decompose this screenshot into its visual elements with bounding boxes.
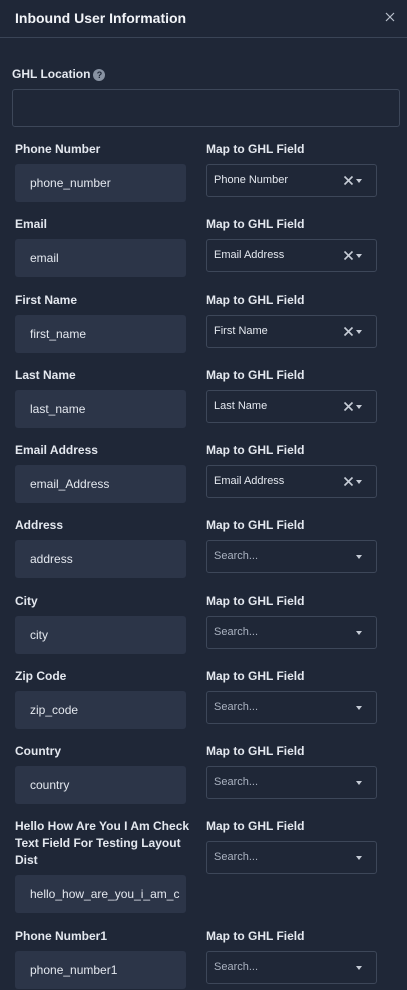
field-label: First Name <box>15 293 78 307</box>
help-icon[interactable]: ? <box>93 69 106 81</box>
field-value-input[interactable]: address <box>15 540 186 578</box>
chevron-down-icon[interactable] <box>356 254 362 258</box>
chevron-down-icon[interactable] <box>356 330 362 334</box>
chevron-down-icon[interactable] <box>356 480 362 484</box>
field-label: Hello How Are You I Am Check Text Field … <box>15 819 190 867</box>
field-value-input[interactable]: city <box>15 616 186 654</box>
ghl-location-label-text: GHL Location <box>12 66 91 81</box>
map-to-ghl-label: Map to GHL Field <box>206 819 305 833</box>
panel-title: Inbound User Information <box>15 10 187 26</box>
ghl-field-select[interactable]: Phone Number <box>206 164 377 197</box>
field-label: Phone Number1 <box>15 929 108 943</box>
ghl-field-select[interactable]: Search... <box>206 766 377 799</box>
select-placeholder: Search... <box>214 701 259 713</box>
chevron-down-icon[interactable] <box>356 555 362 559</box>
ghl-field-select[interactable]: Email Address <box>206 465 377 498</box>
map-to-ghl-label: Map to GHL Field <box>206 518 305 532</box>
ghl-location-label: GHL Location ? <box>12 66 106 81</box>
clear-icon[interactable] <box>343 326 354 337</box>
chevron-down-icon[interactable] <box>356 781 362 785</box>
selected-ghl-field: Email Address <box>214 475 285 487</box>
ghl-field-select[interactable]: Email Address <box>206 239 377 272</box>
chevron-down-icon[interactable] <box>356 631 362 635</box>
chevron-down-icon[interactable] <box>356 856 362 860</box>
field-value-input[interactable]: country <box>15 766 186 804</box>
field-value-input[interactable]: zip_code <box>15 691 186 729</box>
field-label: City <box>15 594 38 608</box>
ghl-field-select[interactable]: Search... <box>206 616 377 649</box>
select-placeholder: Search... <box>214 626 259 638</box>
map-to-ghl-label: Map to GHL Field <box>206 142 305 156</box>
ghl-field-select[interactable]: Search... <box>206 691 377 724</box>
clear-icon[interactable] <box>343 476 354 487</box>
map-to-ghl-label: Map to GHL Field <box>206 669 305 683</box>
field-label: Phone Number <box>15 142 101 156</box>
field-value-input[interactable]: phone_number <box>15 164 186 202</box>
clear-icon[interactable] <box>343 175 354 186</box>
selected-ghl-field: First Name <box>214 325 268 337</box>
ghl-field-select[interactable]: First Name <box>206 315 377 348</box>
chevron-down-icon[interactable] <box>356 405 362 409</box>
map-to-ghl-label: Map to GHL Field <box>206 217 305 231</box>
panel-header: Inbound User Information <box>0 0 407 38</box>
selected-ghl-field: Email Address <box>214 249 285 261</box>
close-icon[interactable] <box>382 9 398 25</box>
map-to-ghl-label: Map to GHL Field <box>206 594 305 608</box>
inbound-user-panel: Inbound User Information GHL Location ? … <box>0 0 407 990</box>
clear-icon[interactable] <box>343 250 354 261</box>
select-placeholder: Search... <box>214 961 259 973</box>
select-placeholder: Search... <box>214 550 259 562</box>
field-label: Email Address <box>15 443 98 457</box>
chevron-down-icon[interactable] <box>356 706 362 710</box>
field-label: Address <box>15 518 64 532</box>
clear-icon[interactable] <box>343 401 354 412</box>
field-value-input[interactable]: email_Address <box>15 465 186 503</box>
map-to-ghl-label: Map to GHL Field <box>206 368 305 382</box>
ghl-field-select[interactable]: Search... <box>206 841 377 874</box>
field-value-input[interactable]: email <box>15 239 186 277</box>
map-to-ghl-label: Map to GHL Field <box>206 443 305 457</box>
selected-ghl-field: Phone Number <box>214 174 288 186</box>
ghl-field-select[interactable]: Last Name <box>206 390 377 423</box>
select-placeholder: Search... <box>214 776 259 788</box>
selected-ghl-field: Last Name <box>214 400 268 412</box>
map-to-ghl-label: Map to GHL Field <box>206 929 305 943</box>
field-label: Zip Code <box>15 669 67 683</box>
field-label: Last Name <box>15 368 76 382</box>
map-to-ghl-label: Map to GHL Field <box>206 293 305 307</box>
field-value-input[interactable]: first_name <box>15 315 186 353</box>
ghl-location-input[interactable] <box>12 89 400 127</box>
chevron-down-icon[interactable] <box>356 966 362 970</box>
ghl-field-select[interactable]: Search... <box>206 951 377 984</box>
map-to-ghl-label: Map to GHL Field <box>206 744 305 758</box>
field-label: Country <box>15 744 61 758</box>
field-value-input[interactable]: hello_how_are_you_i_am_c <box>15 875 186 913</box>
field-value-input[interactable]: phone_number1 <box>15 951 186 989</box>
field-value-input[interactable]: last_name <box>15 390 186 428</box>
chevron-down-icon[interactable] <box>356 179 362 183</box>
select-placeholder: Search... <box>214 851 259 863</box>
ghl-field-select[interactable]: Search... <box>206 540 377 573</box>
field-label: Email <box>15 217 48 231</box>
